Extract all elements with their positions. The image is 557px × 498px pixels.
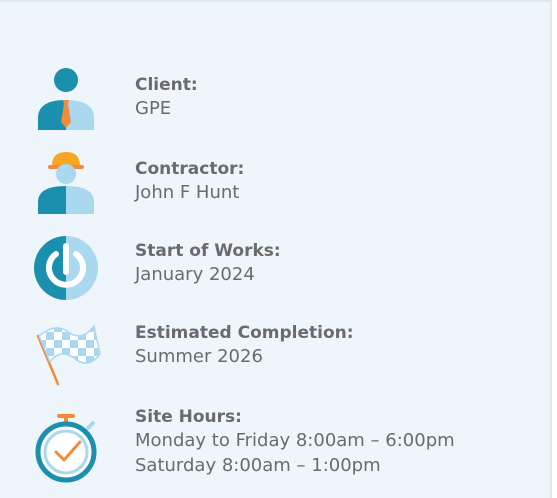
contractor-value: John F Hunt xyxy=(135,182,240,203)
checkered-flag-icon xyxy=(30,314,102,386)
client-label: Client: xyxy=(135,75,198,95)
project-info-panel: Client: GPE Contractor: John F Hunt Star… xyxy=(0,0,552,498)
start-of-works-label: Start of Works: xyxy=(135,241,281,261)
estimated-completion-label: Estimated Completion: xyxy=(135,323,354,343)
business-person-icon xyxy=(30,66,102,138)
hard-hat-worker-icon xyxy=(30,150,102,222)
client-value: GPE xyxy=(135,98,172,119)
site-hours-label: Site Hours: xyxy=(135,407,242,427)
site-hours-saturday-value: Saturday 8:00am – 1:00pm xyxy=(135,455,381,476)
power-icon xyxy=(30,232,102,304)
start-of-works-value: January 2024 xyxy=(135,264,255,285)
contractor-label: Contractor: xyxy=(135,159,245,179)
estimated-completion-value: Summer 2026 xyxy=(135,346,263,367)
stopwatch-icon xyxy=(30,412,102,484)
site-hours-weekday-value: Monday to Friday 8:00am – 6:00pm xyxy=(135,430,455,451)
